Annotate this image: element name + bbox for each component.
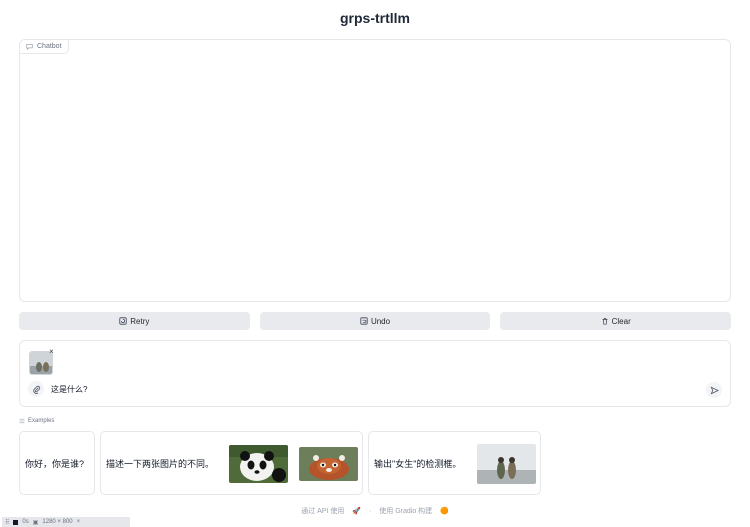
panda-image (229, 445, 288, 483)
retry-button[interactable]: Retry (19, 312, 250, 330)
gradio-logo-icon: 🟠 (440, 508, 449, 515)
drag-handle-icon[interactable]: ⠿ (5, 519, 9, 526)
example-text: 输出"女生"的检测框。 (374, 458, 462, 469)
footer-separator: · (368, 508, 372, 515)
built-with-gradio-link[interactable]: 使用 Gradio 构建 (379, 508, 432, 515)
girls-image (477, 444, 536, 484)
example-text: 描述一下两张图片的不同。 (106, 458, 215, 469)
chatbot-label: Chatbot (20, 40, 69, 54)
undo-icon (360, 317, 368, 325)
rocket-icon: 🚀 (352, 508, 362, 515)
send-icon (710, 386, 719, 394)
examples-label: Examples (19, 418, 54, 424)
chatbot-label-text: Chatbot (37, 43, 62, 50)
clear-button[interactable]: Clear (500, 312, 732, 330)
red-panda-image (299, 447, 358, 481)
message-input[interactable]: 这是什么? (51, 384, 87, 395)
example-item[interactable]: 输出"女生"的检测框。 (368, 431, 541, 495)
list-icon (19, 418, 25, 424)
viewport-size: 1280 × 800 (42, 519, 73, 525)
retry-icon (119, 317, 127, 325)
close-icon[interactable]: × (77, 519, 81, 525)
page-title: grps-trtllm (340, 10, 410, 26)
clear-label: Clear (611, 316, 631, 326)
camera-icon[interactable]: ▣ (33, 519, 39, 526)
retry-label: Retry (130, 316, 150, 326)
remove-image-button[interactable]: × (47, 347, 56, 356)
chat-icon (26, 44, 33, 50)
timer-text: 0s (22, 519, 29, 525)
record-icon[interactable] (13, 519, 19, 525)
undo-button[interactable]: Undo (259, 312, 491, 330)
trash-icon (602, 318, 608, 325)
dev-toolbar: ⠿ 0s ▣ 1280 × 800 × (2, 517, 130, 527)
action-buttons: Retry Undo Clear (19, 312, 732, 330)
send-button[interactable] (706, 382, 722, 398)
example-text: 你好，你是谁? (25, 458, 85, 469)
undo-label: Undo (370, 316, 391, 326)
example-item[interactable]: 你好，你是谁? (19, 431, 95, 495)
example-item[interactable]: 描述一下两张图片的不同。 (100, 431, 363, 495)
use-via-api-link[interactable]: 通过 API 使用 (301, 508, 344, 515)
chatbot-panel: Chatbot (19, 39, 731, 302)
attach-button[interactable] (28, 381, 44, 397)
paperclip-icon (32, 385, 40, 394)
examples-label-text: Examples (28, 418, 55, 424)
footer: 通过 API 使用 🚀 · 使用 Gradio 构建 🟠 (0, 506, 750, 516)
multimodal-input[interactable]: × 这是什么? (19, 340, 731, 407)
